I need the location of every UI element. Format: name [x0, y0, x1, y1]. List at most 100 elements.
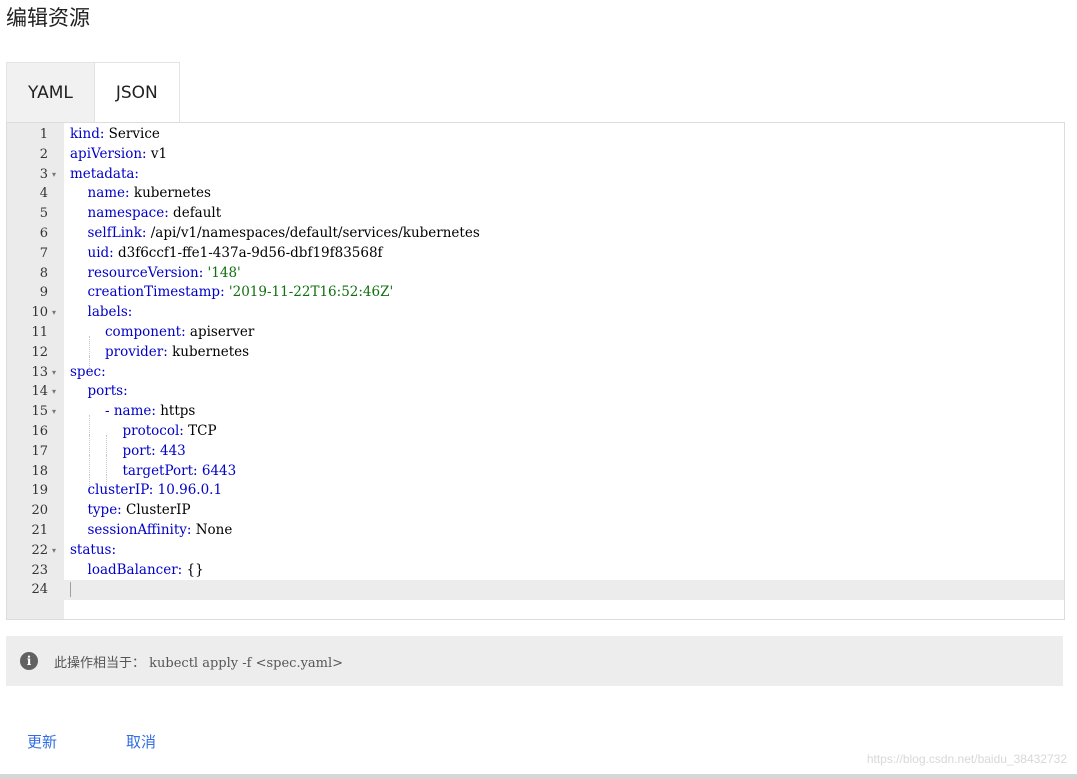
fold-toggle-icon[interactable]: ▾ [52, 363, 56, 383]
yaml-value: https [155, 403, 196, 420]
yaml-key: type: [87, 502, 122, 519]
code-line[interactable]: 10 ▾ labels: [7, 303, 1064, 323]
yaml-key: spec: [70, 363, 106, 380]
line-number: 22 [31, 542, 48, 558]
line-number: 2 [39, 146, 48, 162]
line-number: 14 [31, 384, 48, 400]
yaml-value: apiserver [185, 323, 255, 340]
code-text: uid: d3f6ccf1-ffe1-437a-9d56-dbf19f83568… [70, 244, 383, 264]
line-number: 11 [31, 324, 48, 340]
yaml-key: uid: [87, 244, 114, 261]
code-line[interactable]: 16 protocol: TCP [7, 422, 1064, 455]
yaml-value: d3f6ccf1-ffe1-437a-9d56-dbf19f83568f [113, 244, 383, 261]
code-line[interactable]: 2 apiVersion: v1 [7, 145, 1064, 165]
fold-toggle-icon[interactable]: ▾ [52, 541, 56, 561]
yaml-value: '148' [203, 264, 241, 281]
code-text: targetPort: 6443 [70, 462, 236, 495]
tab-yaml[interactable]: YAML [6, 62, 95, 122]
yaml-value: '2019-11-22T16:52:46Z' [224, 284, 394, 301]
code-line[interactable]: 4 name: kubernetes [7, 184, 1064, 204]
code-text: resourceVersion: '148' [70, 264, 241, 284]
yaml-key: - name: [105, 403, 156, 420]
yaml-key: protocol: [122, 422, 184, 439]
yaml-key: creationTimestamp: [87, 284, 225, 301]
source-link: https://blog.csdn.net/baidu_38432732 [866, 752, 1067, 766]
code-line[interactable]: 15 ▾ - name: https [7, 402, 1064, 435]
code-text [70, 580, 71, 600]
line-number: 1 [39, 127, 48, 142]
code-text: spec: [70, 363, 106, 383]
code-line[interactable]: 21 sessionAffinity: None [7, 521, 1064, 541]
code-line[interactable]: 18 targetPort: 6443 [7, 462, 1064, 495]
fold-toggle-icon[interactable]: ▾ [52, 303, 56, 323]
code-text: type: ClusterIP [70, 501, 191, 521]
yaml-key: loadBalancer: [87, 561, 183, 578]
code-text: - name: https [70, 402, 196, 435]
code-line[interactable]: 5 namespace: default [7, 204, 1064, 224]
cancel-button[interactable]: 取消 [126, 731, 156, 752]
code-text: apiVersion: v1 [70, 145, 167, 165]
code-line[interactable]: 22 ▾ status: [7, 541, 1064, 561]
line-number: 24 [31, 582, 48, 598]
code-line[interactable]: 9 creationTimestamp: '2019-11-22T16:52:46… [7, 283, 1064, 303]
code-line[interactable]: 19 clusterIP: 10.96.0.1 [7, 481, 1064, 501]
yaml-key: clusterIP: [87, 482, 154, 499]
yaml-value: 443 [155, 442, 186, 459]
line-number: 18 [31, 463, 48, 479]
fold-toggle-icon[interactable]: ▾ [52, 382, 56, 402]
yaml-value: default [168, 205, 222, 222]
code-line[interactable]: 17 port: 443 [7, 442, 1064, 475]
line-number: 5 [39, 206, 48, 222]
yaml-key: selfLink: [87, 224, 147, 241]
code-text: creationTimestamp: '2019-11-22T16:52:46Z… [70, 283, 394, 303]
code-line[interactable]: 8 resourceVersion: '148' [7, 264, 1064, 284]
yaml-value: Service [104, 126, 160, 142]
code-text: port: 443 [70, 442, 186, 475]
yaml-key: apiVersion: [70, 145, 147, 162]
yaml-value: v1 [146, 145, 168, 162]
code-editor[interactable]: 1 kind: Service 2 apiVersion: v1 3 ▾ metadata:… [6, 122, 1065, 620]
yaml-value: None [191, 521, 233, 538]
code-line[interactable]: 6 selfLink: /api/v1/namespaces/default/se… [7, 224, 1064, 244]
line-number: 19 [31, 483, 48, 499]
code-line[interactable]: 12 provider: kubernetes [7, 343, 1064, 376]
update-button[interactable]: 更新 [27, 731, 57, 752]
code-line[interactable]: 11 component: apiserver [7, 323, 1064, 356]
code-line[interactable]: 23 loadBalancer: {} [7, 561, 1064, 581]
format-tabs: YAML JSON [6, 62, 180, 122]
line-number: 7 [39, 245, 48, 261]
code-line[interactable]: 24 [7, 580, 1064, 601]
tab-json[interactable]: JSON [94, 62, 180, 122]
code-text: name: kubernetes [70, 184, 211, 204]
line-number: 20 [31, 503, 48, 519]
yaml-key: status: [70, 541, 116, 558]
code-line[interactable]: 13 ▾ spec: [7, 363, 1064, 383]
yaml-key: component: [105, 323, 186, 340]
code-line[interactable]: 14 ▾ ports: [7, 382, 1064, 402]
code-text: kind: Service [70, 125, 160, 145]
info-command: kubectl apply -f <spec.yaml> [149, 655, 344, 671]
fold-toggle-icon[interactable]: ▾ [52, 402, 56, 422]
line-number: 8 [39, 265, 48, 281]
yaml-key: provider: [105, 343, 168, 360]
code-text: namespace: default [70, 204, 222, 224]
code-text: ports: [70, 382, 128, 402]
yaml-value: kubernetes [129, 185, 211, 202]
info-label: 此操作相当于： [54, 655, 146, 671]
fold-toggle-icon[interactable]: ▾ [52, 165, 56, 185]
page-title: 编辑资源 [6, 6, 90, 30]
code-line[interactable]: 7 uid: d3f6ccf1-ffe1-437a-9d56-dbf19f8356… [7, 244, 1064, 264]
code-line[interactable]: 20 type: ClusterIP [7, 501, 1064, 521]
code-text: provider: kubernetes [70, 343, 249, 376]
yaml-key: resourceVersion: [87, 264, 204, 281]
yaml-key: labels: [87, 304, 133, 321]
code-text: clusterIP: 10.96.0.1 [70, 481, 223, 501]
code-text: labels: [70, 303, 133, 323]
yaml-key: sessionAffinity: [87, 521, 192, 538]
code-lines: 1 kind: Service 2 apiVersion: v1 3 ▾ metadata:… [7, 125, 1064, 601]
yaml-value: {} [182, 561, 204, 578]
yaml-key: metadata: [70, 165, 139, 182]
code-line[interactable]: 3 ▾ metadata: [7, 165, 1064, 185]
code-line[interactable]: 1 kind: Service [7, 125, 1064, 145]
code-text: sessionAffinity: None [70, 521, 233, 541]
